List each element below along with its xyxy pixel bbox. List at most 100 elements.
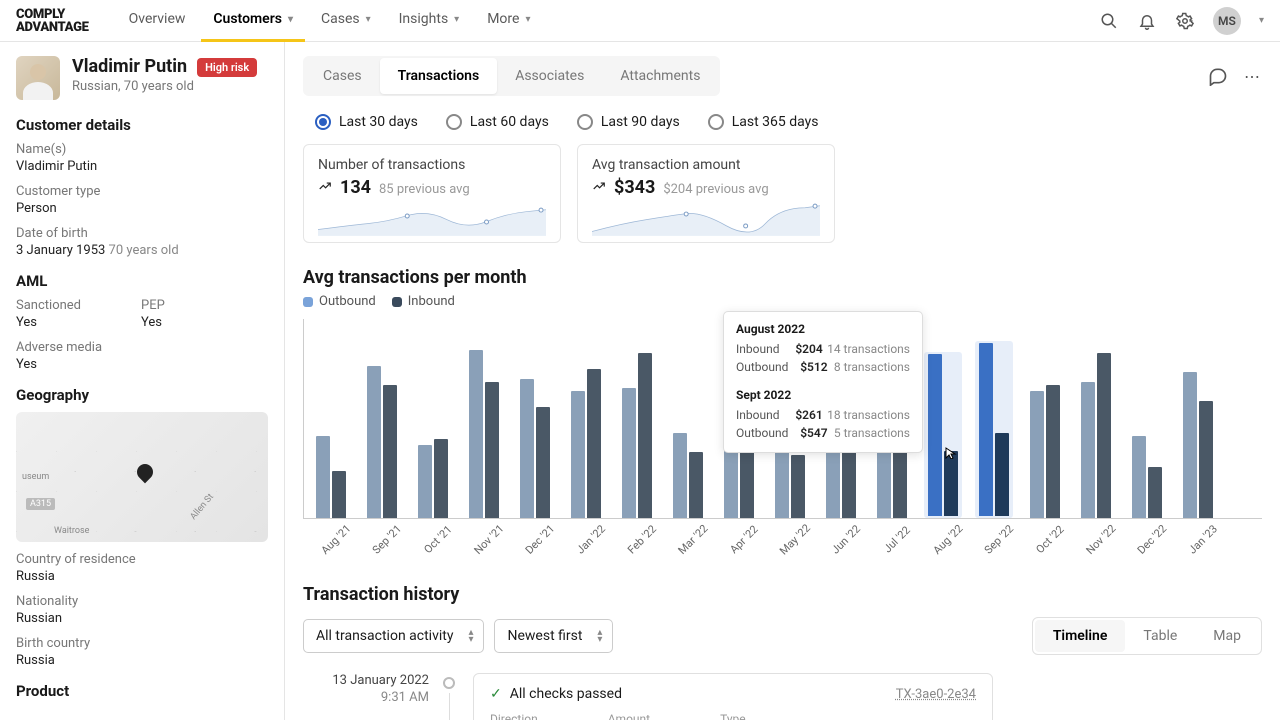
x-label: Dec '22	[1134, 521, 1170, 557]
timeline-dot-icon	[443, 677, 455, 689]
bar-group[interactable]	[414, 439, 452, 518]
brand-logo: COMPLY ADVANTAGE	[16, 8, 89, 34]
range-365[interactable]: Last 365 days	[708, 114, 819, 130]
x-axis-labels: Aug '21Sep '21Oct '21Nov '21Dec '21Jan '…	[303, 519, 1262, 538]
bar-outbound	[571, 391, 585, 518]
nav-customers[interactable]: Customers▾	[201, 0, 305, 42]
tab-transactions[interactable]: Transactions	[380, 58, 498, 94]
adverse-value: Yes	[16, 357, 268, 372]
view-timeline[interactable]: Timeline	[1035, 620, 1126, 652]
comment-icon[interactable]	[1208, 66, 1228, 86]
bar-outbound	[775, 445, 789, 518]
x-label: Sep '22	[981, 521, 1017, 557]
radio-icon	[446, 114, 462, 130]
names-value: Vladimir Putin	[16, 159, 268, 174]
bar-group[interactable]	[516, 379, 554, 518]
map-waitrose-label: Waitrose	[54, 526, 89, 536]
map[interactable]: A315 useum Allen St Waitrose	[16, 412, 268, 542]
tooltip-month1: August 2022	[736, 322, 910, 336]
section-customer-details: Customer details	[16, 116, 268, 134]
bar-group[interactable]	[465, 350, 503, 518]
nav-insights[interactable]: Insights▾	[387, 0, 472, 42]
radio-icon	[708, 114, 724, 130]
type-value: Person	[16, 201, 268, 216]
bar-inbound	[1148, 467, 1162, 518]
bar-group[interactable]	[1077, 353, 1115, 518]
bar-outbound	[1183, 372, 1197, 518]
nav-overview[interactable]: Overview	[117, 0, 198, 42]
bar-group[interactable]	[312, 436, 350, 518]
pep-value: Yes	[141, 315, 165, 330]
chevron-down-icon: ▾	[288, 14, 293, 25]
range-30[interactable]: Last 30 days	[315, 114, 418, 130]
x-label: Oct '22	[1032, 521, 1068, 557]
chevron-down-icon[interactable]: ▾	[1259, 15, 1264, 26]
bell-icon[interactable]	[1137, 11, 1157, 31]
tx-col-direction: Direction	[490, 712, 538, 720]
bar-inbound	[638, 353, 652, 518]
nav-more[interactable]: More▾	[475, 0, 542, 42]
bar-group[interactable]	[1026, 385, 1064, 518]
gear-icon[interactable]	[1175, 11, 1195, 31]
filter-sort[interactable]: Newest first▴▾	[494, 619, 613, 653]
filter-activity[interactable]: All transaction activity▴▾	[303, 619, 484, 653]
x-label: Jul '22	[879, 521, 915, 557]
profile-picture	[16, 56, 60, 100]
range-60[interactable]: Last 60 days	[446, 114, 549, 130]
more-icon[interactable]: ⋯	[1242, 66, 1262, 86]
bar-group[interactable]	[771, 445, 809, 518]
x-label: Jan '23	[1185, 521, 1221, 557]
x-label: Oct '21	[420, 521, 456, 557]
x-label: Aug '22	[930, 521, 966, 557]
search-icon[interactable]	[1099, 11, 1119, 31]
type-label: Customer type	[16, 184, 268, 199]
bar-outbound	[1030, 391, 1044, 518]
view-table[interactable]: Table	[1125, 620, 1195, 652]
bar-inbound	[1199, 401, 1213, 518]
tx-col-type: Type	[720, 712, 746, 720]
names-label: Name(s)	[16, 142, 268, 157]
bar-group[interactable]	[567, 369, 605, 518]
nav-cases[interactable]: Cases▾	[309, 0, 383, 42]
x-label: May '22	[777, 521, 813, 557]
bar-outbound	[928, 354, 942, 516]
x-label: Nov '22	[1083, 521, 1119, 557]
bar-group[interactable]	[1179, 372, 1217, 518]
bar-inbound	[791, 455, 805, 518]
dob-label: Date of birth	[16, 226, 268, 241]
bar-group[interactable]	[1128, 436, 1166, 518]
bar-group[interactable]	[669, 433, 707, 519]
trend-up-icon	[592, 179, 606, 193]
x-label: Jun '22	[828, 521, 864, 557]
history-title: Transaction history	[303, 584, 1262, 605]
risk-badge: High risk	[197, 58, 257, 77]
tx-id-link[interactable]: TX-3ae0-2e34	[896, 687, 976, 702]
legend-inbound: Inbound	[392, 294, 455, 309]
bar-outbound	[1132, 436, 1146, 518]
sparkline	[592, 202, 820, 236]
bar-group[interactable]	[618, 353, 656, 518]
legend-outbound: Outbound	[303, 294, 376, 309]
chart-title: Avg transactions per month	[303, 267, 1262, 288]
stat-label: Avg transaction amount	[592, 157, 820, 173]
chart-tooltip: August 2022 Inbound$20414 transactions O…	[723, 311, 923, 453]
view-map[interactable]: Map	[1195, 620, 1259, 652]
user-avatar[interactable]: MS	[1213, 7, 1241, 35]
bar-outbound	[622, 388, 636, 518]
range-90[interactable]: Last 90 days	[577, 114, 680, 130]
transaction-item: 13 January 20229:31 AM ✓ All checks pass…	[303, 673, 1262, 720]
bar-group[interactable]	[363, 366, 401, 518]
chevron-down-icon: ▾	[525, 14, 530, 25]
section-geography: Geography	[16, 386, 268, 404]
bar-outbound	[367, 366, 381, 518]
tx-card[interactable]: ✓ All checks passed TX-3ae0-2e34 Directi…	[473, 673, 993, 720]
top-nav: COMPLY ADVANTAGE Overview Customers▾ Cas…	[0, 0, 1280, 42]
tab-attachments[interactable]: Attachments	[602, 58, 718, 94]
x-label: Nov '21	[471, 521, 507, 557]
tab-associates[interactable]: Associates	[497, 58, 602, 94]
bar-group[interactable]	[924, 352, 962, 518]
stat-label: Number of transactions	[318, 157, 546, 173]
bar-group[interactable]	[975, 341, 1013, 518]
section-product: Product	[16, 682, 268, 700]
tab-cases[interactable]: Cases	[305, 58, 380, 94]
